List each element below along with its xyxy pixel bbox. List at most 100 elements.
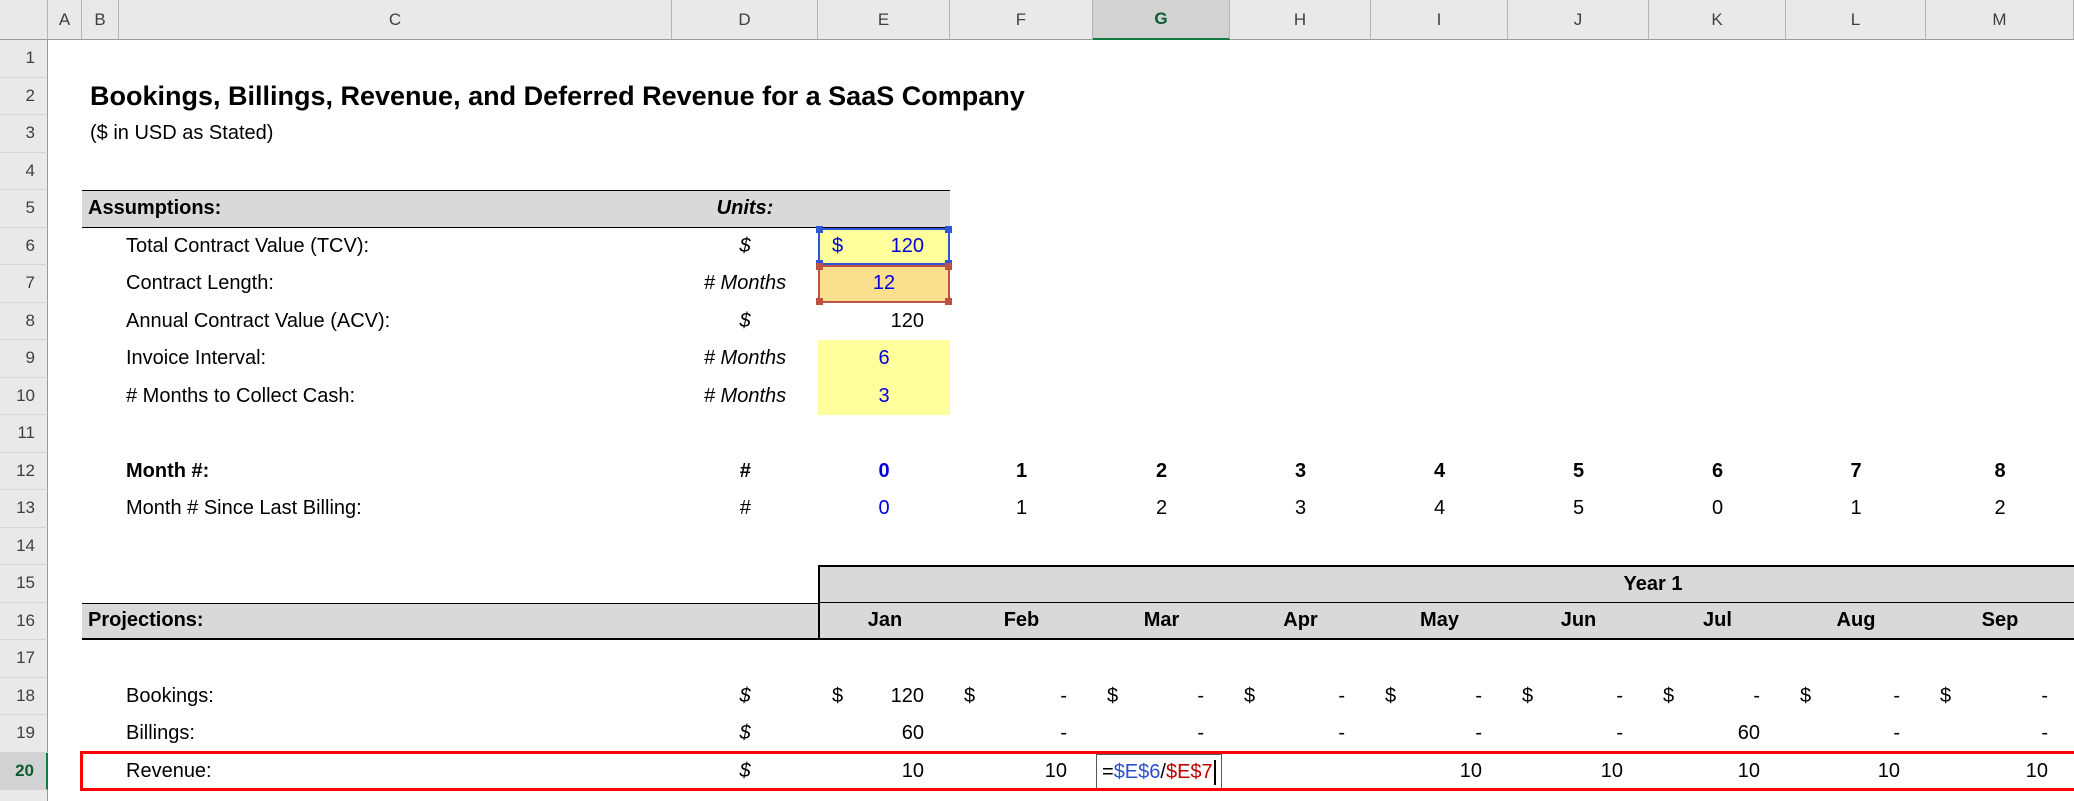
month-header-may[interactable]: May [1371, 602, 1508, 640]
revenue-cell[interactable]: 10 [1371, 753, 1508, 791]
month-number-cell[interactable]: 0 [818, 453, 950, 491]
revenue-cell[interactable] [1230, 753, 1371, 791]
row-header-1[interactable]: 1 [0, 40, 48, 78]
billings-cell[interactable]: - [1093, 715, 1230, 753]
billing-month-cell[interactable]: 5 [1508, 490, 1649, 528]
row-header-17[interactable]: 17 [0, 640, 48, 678]
bookings-cell[interactable]: $ - [1649, 678, 1786, 716]
month-number-cell[interactable]: 8 [1926, 453, 2074, 491]
column-header-m[interactable]: M [1926, 0, 2074, 40]
revenue-cell[interactable]: 10 [818, 753, 950, 791]
column-header-c[interactable]: C [119, 0, 672, 40]
billing-month-cell[interactable]: 4 [1371, 490, 1508, 528]
row-header-18[interactable]: 18 [0, 677, 48, 715]
column-header-e[interactable]: E [818, 0, 950, 40]
row-header-8[interactable]: 8 [0, 302, 48, 340]
billings-cell[interactable]: - [1230, 715, 1371, 753]
row-header-9[interactable]: 9 [0, 340, 48, 378]
billings-cell[interactable]: - [1786, 715, 1926, 753]
cell-tcv-value[interactable]: $ 120 [818, 227, 950, 265]
billing-month-cell[interactable]: 2 [1093, 490, 1230, 528]
unit-month-number[interactable]: # [672, 453, 818, 491]
cell-contract-length-value[interactable]: 12 [818, 265, 950, 303]
month-header-sep[interactable]: Sep [1926, 602, 2074, 640]
row-header-14[interactable]: 14 [0, 527, 48, 565]
unit-contract-length[interactable]: # Months [672, 265, 818, 303]
month-header-jun[interactable]: Jun [1508, 602, 1649, 640]
cell-months-to-collect-value[interactable]: 3 [818, 377, 950, 415]
revenue-cell[interactable]: 10 [1926, 753, 2074, 791]
billings-cell[interactable]: - [1508, 715, 1649, 753]
row-header-3[interactable]: 3 [0, 115, 48, 153]
projections-header[interactable]: Projections: [82, 602, 818, 640]
revenue-cell[interactable]: 10 [1649, 753, 1786, 791]
bookings-cell[interactable]: $ - [1230, 678, 1371, 716]
column-header-l[interactable]: L [1786, 0, 1926, 40]
label-month-number[interactable]: Month #: [82, 453, 672, 491]
billing-month-cell[interactable]: 2 [1926, 490, 2074, 528]
month-number-cell[interactable]: 6 [1649, 453, 1786, 491]
unit-months-since-last-billing[interactable]: # [672, 490, 818, 528]
sheet-title[interactable]: Bookings, Billings, Revenue, and Deferre… [90, 78, 1025, 116]
column-header-k[interactable]: K [1649, 0, 1786, 40]
row-header-16[interactable]: 16 [0, 602, 48, 640]
cell-acv-value[interactable]: 120 [818, 303, 950, 341]
row-header-6[interactable]: 6 [0, 227, 48, 265]
column-header-h[interactable]: H [1230, 0, 1371, 40]
formula-edit-box[interactable]: = $E$6/$E$7 [1096, 754, 1222, 791]
bookings-cell[interactable]: $ - [1371, 678, 1508, 716]
row-header-15[interactable]: 15 [0, 565, 48, 603]
billing-month-cell[interactable]: 1 [950, 490, 1093, 528]
label-bookings[interactable]: Bookings: [82, 678, 672, 716]
billing-month-cell[interactable]: 3 [1230, 490, 1371, 528]
month-number-cell[interactable]: 3 [1230, 453, 1371, 491]
column-header-a[interactable]: A [48, 0, 82, 40]
label-total-contract-value[interactable]: Total Contract Value (TCV): [82, 228, 672, 266]
row-header-13[interactable]: 13 [0, 490, 48, 528]
billing-month-cell[interactable]: 0 [818, 490, 950, 528]
unit-annual-contract-value[interactable]: $ [672, 303, 818, 341]
label-annual-contract-value[interactable]: Annual Contract Value (ACV): [82, 303, 672, 341]
month-header-jul[interactable]: Jul [1649, 602, 1786, 640]
label-invoice-interval[interactable]: Invoice Interval: [82, 340, 672, 378]
column-header-f[interactable]: F [950, 0, 1093, 40]
month-number-cell[interactable]: 7 [1786, 453, 1926, 491]
month-header-jan[interactable]: Jan [818, 602, 950, 640]
column-header-g-active[interactable]: G [1093, 0, 1230, 40]
month-number-cell[interactable]: 1 [950, 453, 1093, 491]
billings-cell[interactable]: 60 [1649, 715, 1786, 753]
row-header-10[interactable]: 10 [0, 377, 48, 415]
label-months-to-collect-cash[interactable]: # Months to Collect Cash: [82, 378, 672, 416]
cell-invoice-interval-value[interactable]: 6 [818, 340, 950, 378]
row-header-19[interactable]: 19 [0, 715, 48, 753]
month-header-mar[interactable]: Mar [1093, 602, 1230, 640]
unit-billings[interactable]: $ [672, 715, 818, 753]
billings-cell[interactable]: - [950, 715, 1093, 753]
assumptions-section-bar[interactable]: Assumptions: Units: [82, 190, 950, 228]
row-header-7[interactable]: 7 [0, 265, 48, 303]
revenue-cell[interactable]: 10 [1786, 753, 1926, 791]
column-header-j[interactable]: J [1508, 0, 1649, 40]
unit-total-contract-value[interactable]: $ [672, 228, 818, 266]
month-header-aug[interactable]: Aug [1786, 602, 1926, 640]
billings-cell[interactable]: 60 [818, 715, 950, 753]
unit-invoice-interval[interactable]: # Months [672, 340, 818, 378]
row-header-12[interactable]: 12 [0, 452, 48, 490]
bookings-cell[interactable]: $ 120 [818, 678, 950, 716]
month-number-cell[interactable]: 2 [1093, 453, 1230, 491]
row-header-4[interactable]: 4 [0, 152, 48, 190]
bookings-cell[interactable]: $ - [1786, 678, 1926, 716]
label-months-since-last-billing[interactable]: Month # Since Last Billing: [82, 490, 672, 528]
unit-months-to-collect-cash[interactable]: # Months [672, 378, 818, 416]
column-header-d[interactable]: D [672, 0, 818, 40]
billing-month-cell[interactable]: 0 [1649, 490, 1786, 528]
row-header-2[interactable]: 2 [0, 77, 48, 115]
month-header-apr[interactable]: Apr [1230, 602, 1371, 640]
billing-month-cell[interactable]: 1 [1786, 490, 1926, 528]
bookings-cell[interactable]: $ - [1508, 678, 1649, 716]
month-number-cell[interactable]: 5 [1508, 453, 1649, 491]
bookings-cell[interactable]: $ - [950, 678, 1093, 716]
bookings-cell[interactable]: $ - [1926, 678, 2074, 716]
billings-cell[interactable]: - [1926, 715, 2074, 753]
row-header-5[interactable]: 5 [0, 190, 48, 228]
